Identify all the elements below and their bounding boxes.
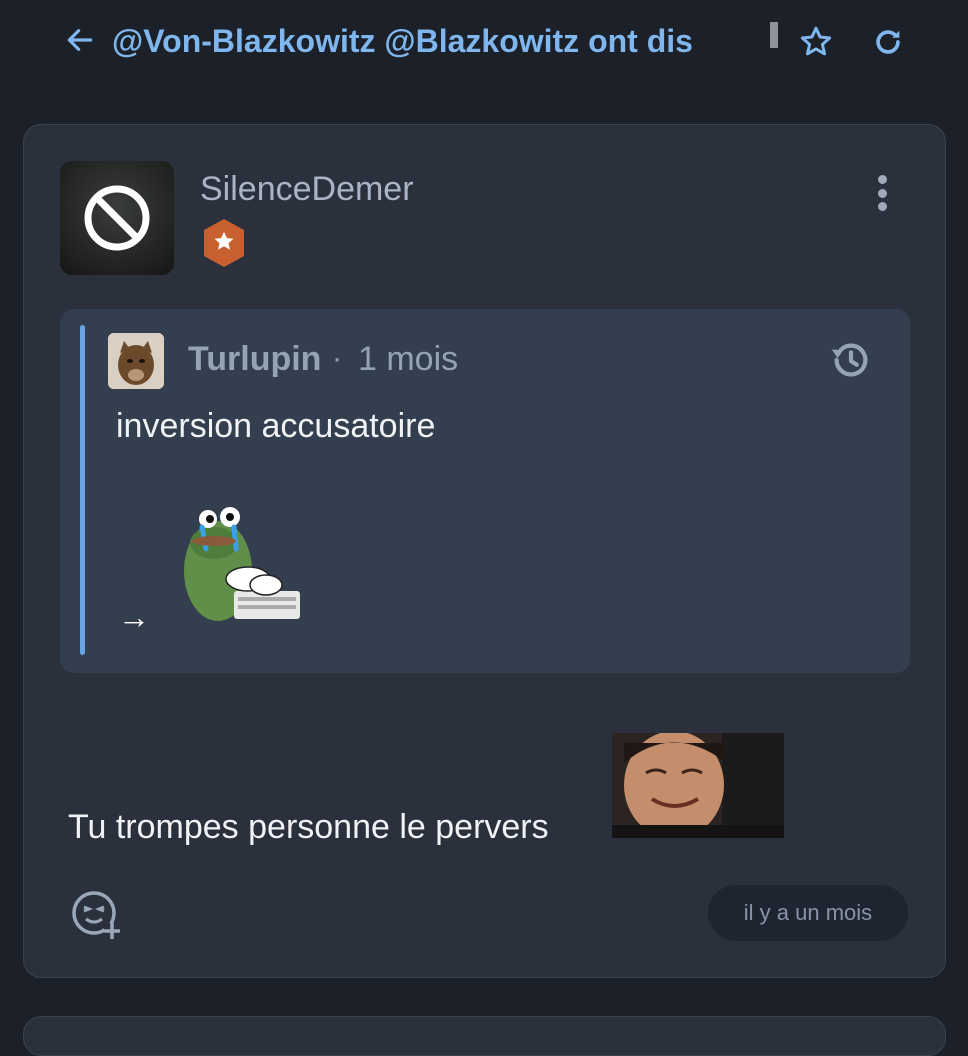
user-badge <box>200 217 248 269</box>
arrow-left-icon <box>67 29 93 51</box>
quote-arrow: → <box>118 599 150 635</box>
more-dot <box>877 188 887 198</box>
post-date: il y a un mois <box>708 885 908 941</box>
next-post-card <box>23 1016 946 1056</box>
history-icon <box>831 343 868 377</box>
quote-time: 1 mois <box>358 340 459 378</box>
add-reaction-icon <box>72 891 120 939</box>
title-overflow-marker <box>770 22 778 48</box>
post-text: Tu trompes personne le pervers <box>68 808 549 846</box>
top-bar: @Von-Blazkowitz @Blazkowitz ont dis <box>0 0 968 82</box>
star-outline-icon <box>800 26 832 56</box>
post-card: SilenceDemer Turlupin · 1 mois inversion… <box>23 124 946 978</box>
star-hexagon-badge-icon <box>204 219 244 267</box>
quote-bar <box>80 325 85 655</box>
crying-pepe-sticker[interactable] <box>172 505 302 633</box>
laughing-man-image[interactable] <box>612 733 784 838</box>
quote-separator: · <box>332 342 342 375</box>
cat-avatar-image <box>108 333 164 389</box>
quote-author-avatar[interactable] <box>108 333 164 389</box>
post-menu-button[interactable] <box>862 171 902 215</box>
more-vertical-icon <box>877 175 887 184</box>
block-icon <box>84 185 150 251</box>
sticker-image <box>184 507 300 621</box>
thread-title[interactable]: @Von-Blazkowitz @Blazkowitz ont dis <box>112 18 762 64</box>
avatar[interactable] <box>60 161 174 275</box>
refresh-icon <box>876 30 900 54</box>
history-button[interactable] <box>826 335 876 385</box>
favorite-button[interactable] <box>794 20 838 64</box>
quote-text: inversion accusatoire <box>116 407 436 445</box>
post-username[interactable]: SilenceDemer <box>200 169 414 209</box>
back-button[interactable] <box>60 20 100 60</box>
quote-author[interactable]: Turlupin <box>188 337 321 381</box>
more-dot <box>877 202 887 211</box>
photo-image <box>612 733 784 838</box>
refresh-button[interactable] <box>866 20 910 64</box>
quoted-message[interactable]: Turlupin · 1 mois inversion accusatoire … <box>60 309 910 673</box>
add-reaction-button[interactable] <box>68 889 124 941</box>
